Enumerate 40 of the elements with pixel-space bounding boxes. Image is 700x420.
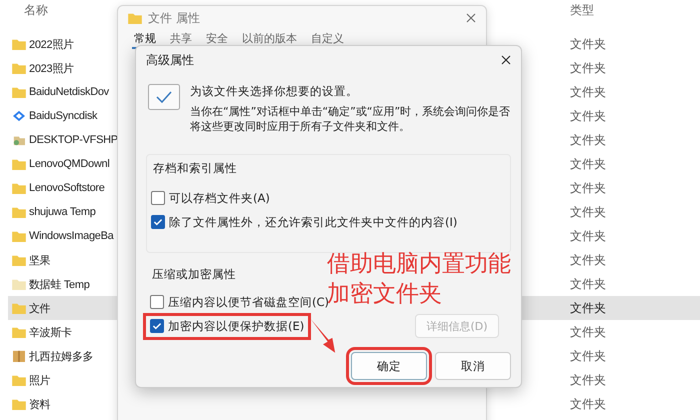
file-type: 文件夹 bbox=[570, 372, 606, 388]
file-type: 文件夹 bbox=[570, 156, 606, 172]
file-type: 文件夹 bbox=[570, 396, 606, 412]
file-name: shujuwa Temp bbox=[29, 206, 96, 218]
intro-text: 为该文件夹选择你想要的设置。 bbox=[190, 84, 359, 99]
group-title: 压缩或加密属性 bbox=[152, 267, 237, 282]
file-type: 文件夹 bbox=[570, 60, 606, 76]
description-text: 当你在“属性”对话框中单击“确定”或“应用”时，系统会询问你是否将这些更改同时应用于所有子文件夹和文件。 bbox=[190, 104, 512, 134]
file-name: WindowsImageBa bbox=[29, 230, 114, 242]
file-type: 文件夹 bbox=[570, 324, 606, 340]
file-type: 文件夹 bbox=[570, 108, 606, 124]
file-name: BaiduNetdiskDov bbox=[29, 86, 109, 98]
file-name: 坚果 bbox=[29, 254, 50, 268]
file-name: 数据蛙 Temp bbox=[29, 278, 90, 292]
dialog-title: 高级属性 bbox=[146, 52, 194, 68]
window-title: 文件 属性 bbox=[148, 10, 201, 26]
file-type: 文件夹 bbox=[570, 36, 606, 52]
file-name: LenovoSoftstore bbox=[29, 182, 105, 194]
file-name: 资料 bbox=[29, 398, 50, 412]
file-type: 文件夹 bbox=[570, 252, 606, 268]
file-name: 照片 bbox=[29, 374, 50, 388]
file-name: 2022照片 bbox=[29, 38, 74, 52]
file-type: 文件夹 bbox=[570, 204, 606, 220]
file-type: 文件夹 bbox=[570, 84, 606, 100]
file-name: 文件 bbox=[29, 302, 50, 316]
file-name: BaiduSyncdisk bbox=[29, 110, 98, 122]
file-name: 2023照片 bbox=[29, 62, 74, 76]
file-name: DESKTOP-VFSHP bbox=[29, 134, 118, 146]
file-name: LenovoQMDownl bbox=[29, 158, 110, 170]
file-type: 文件夹 bbox=[570, 180, 606, 196]
file-name: 辛波斯卡 bbox=[29, 326, 72, 340]
file-type: 文件夹 bbox=[570, 132, 606, 148]
file-name: 扎西拉姆多多 bbox=[29, 350, 94, 364]
file-type: 文件夹 bbox=[570, 300, 606, 316]
group-title: 存档和索引属性 bbox=[153, 161, 238, 176]
file-type: 文件夹 bbox=[570, 348, 606, 364]
annotation-text: 加密文件夹 bbox=[327, 280, 443, 307]
annotation-text: 借助电脑内置功能 bbox=[327, 250, 511, 279]
file-type: 文件夹 bbox=[570, 228, 606, 244]
file-type: 文件夹 bbox=[570, 276, 606, 292]
